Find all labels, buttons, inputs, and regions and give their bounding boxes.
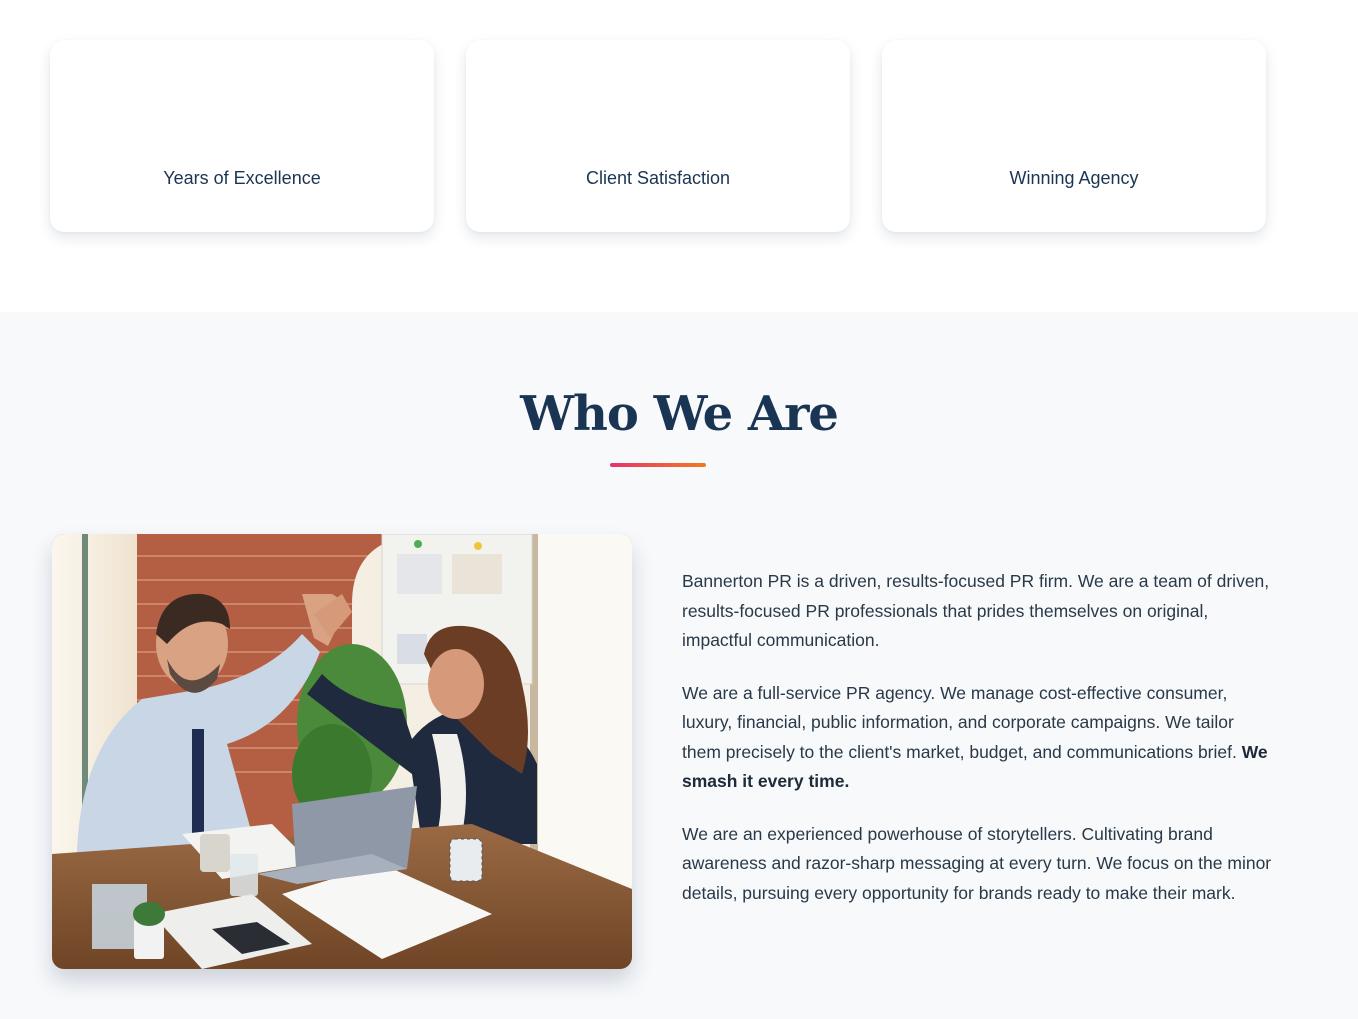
about-paragraph-3: We are an experienced powerhouse of stor… (682, 820, 1272, 909)
stats-section: Years of Excellence Client Satisfaction … (0, 0, 1358, 312)
stat-label: Client Satisfaction (585, 168, 731, 188)
section-title: Who We Are (520, 386, 839, 442)
about-text: Bannerton PR is a driven, results-focuse… (682, 567, 1272, 931)
team-high-five-photo (52, 534, 632, 969)
paragraph-text: We are a full-service PR agency. We mana… (682, 682, 1242, 762)
stat-card-agency: Winning Agency (882, 40, 1266, 232)
stat-label: Winning Agency (1009, 168, 1139, 188)
about-paragraph-2: We are a full-service PR agency. We mana… (682, 679, 1272, 797)
about-paragraph-1: Bannerton PR is a driven, results-focuse… (682, 567, 1272, 656)
paragraph-text: Bannerton PR is a driven, results-focuse… (682, 571, 1270, 650)
stat-card-years: Years of Excellence (50, 40, 434, 232)
paragraph-text: We are an experienced powerhouse of stor… (682, 823, 1272, 903)
stat-card-satisfaction: Client Satisfaction (466, 40, 850, 232)
stat-label: Years of Excellence (163, 168, 321, 188)
title-underline (610, 463, 706, 467)
who-we-are-section: Who We Are Bannerton PR is a driven, res… (0, 312, 1358, 1019)
